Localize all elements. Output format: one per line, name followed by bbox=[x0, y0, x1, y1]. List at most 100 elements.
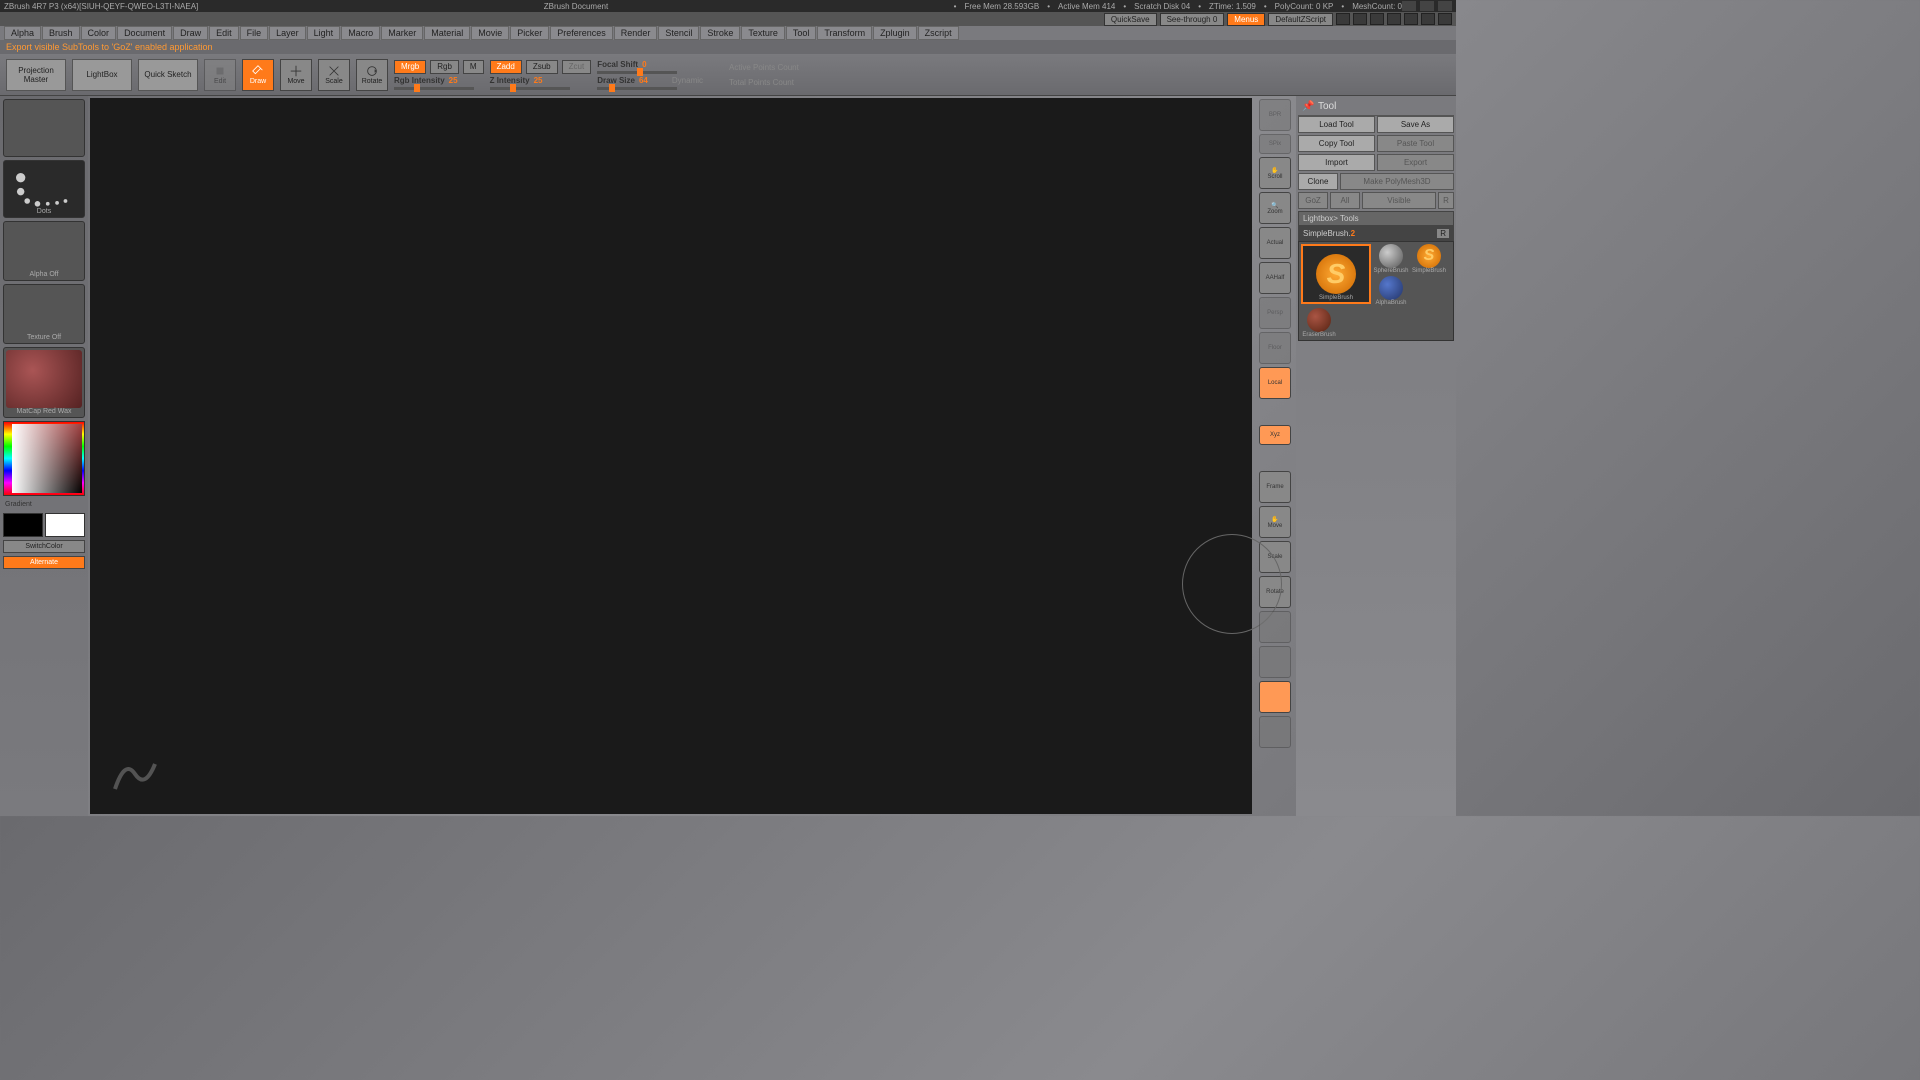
quicksave-button[interactable]: QuickSave bbox=[1104, 13, 1157, 26]
bpr-button[interactable]: BPR bbox=[1259, 99, 1291, 131]
copy-tool-button[interactable]: Copy Tool bbox=[1298, 135, 1375, 152]
polyframe-button[interactable] bbox=[1259, 611, 1291, 643]
layout-icon-1[interactable] bbox=[1336, 13, 1350, 25]
menu-zplugin[interactable]: Zplugin bbox=[873, 26, 917, 40]
ghost-button[interactable] bbox=[1259, 681, 1291, 713]
menu-draw[interactable]: Draw bbox=[173, 26, 208, 40]
maximize-button[interactable] bbox=[1420, 1, 1434, 11]
defaultscript-button[interactable]: DefaultZScript bbox=[1268, 13, 1333, 26]
menu-tool[interactable]: Tool bbox=[786, 26, 817, 40]
load-tool-button[interactable]: Load Tool bbox=[1298, 116, 1375, 133]
layout-icon-3[interactable] bbox=[1370, 13, 1384, 25]
rotate-button[interactable]: Rotate bbox=[356, 59, 388, 91]
zsub-button[interactable]: Zsub bbox=[526, 60, 558, 74]
menu-document[interactable]: Document bbox=[117, 26, 172, 40]
menu-brush[interactable]: Brush bbox=[42, 26, 80, 40]
menu-alpha[interactable]: Alpha bbox=[4, 26, 41, 40]
menu-picker[interactable]: Picker bbox=[510, 26, 549, 40]
persp-button[interactable]: Persp bbox=[1259, 297, 1291, 329]
layout-icon-4[interactable] bbox=[1387, 13, 1401, 25]
actual-button[interactable]: Actual bbox=[1259, 227, 1291, 259]
tool-thumb-alphabrush[interactable]: AlphaBrush bbox=[1373, 276, 1409, 306]
z-intensity-slider[interactable] bbox=[490, 87, 570, 90]
rgb-intensity-slider[interactable] bbox=[394, 87, 474, 90]
alpha-thumbnail[interactable]: Alpha Off bbox=[3, 221, 85, 281]
frame-button[interactable]: Frame bbox=[1259, 471, 1291, 503]
menu-edit[interactable]: Edit bbox=[209, 26, 239, 40]
stroke-thumbnail[interactable]: Dots bbox=[3, 160, 85, 218]
paste-tool-button[interactable]: Paste Tool bbox=[1377, 135, 1454, 152]
lightbox-button[interactable]: LightBox bbox=[72, 59, 132, 91]
menu-render[interactable]: Render bbox=[614, 26, 658, 40]
edit-button[interactable]: Edit bbox=[204, 59, 236, 91]
clone-button[interactable]: Clone bbox=[1298, 173, 1338, 190]
move-nav-button[interactable]: ✋Move bbox=[1259, 506, 1291, 538]
tool-thumb-eraserbrush[interactable]: EraserBrush bbox=[1301, 308, 1337, 338]
dynamic-label[interactable]: Dynamic bbox=[672, 76, 703, 85]
make-polymesh-button[interactable]: Make PolyMesh3D bbox=[1340, 173, 1454, 190]
menu-texture[interactable]: Texture bbox=[741, 26, 785, 40]
menu-file[interactable]: File bbox=[240, 26, 269, 40]
tool-thumb-simplebrush[interactable]: S SimpleBrush bbox=[1301, 244, 1371, 304]
menu-stencil[interactable]: Stencil bbox=[658, 26, 699, 40]
solo-button[interactable] bbox=[1259, 716, 1291, 748]
menus-button[interactable]: Menus bbox=[1227, 13, 1265, 26]
projection-master-button[interactable]: Projection Master bbox=[6, 59, 66, 91]
goz-r-button[interactable]: R bbox=[1438, 192, 1454, 209]
quicksketch-button[interactable]: Quick Sketch bbox=[138, 59, 198, 91]
goz-button[interactable]: GoZ bbox=[1298, 192, 1328, 209]
zadd-button[interactable]: Zadd bbox=[490, 60, 522, 74]
primary-color-swatch[interactable] bbox=[45, 513, 85, 537]
color-picker[interactable] bbox=[3, 421, 85, 496]
canvas[interactable] bbox=[90, 98, 1252, 814]
scale-button[interactable]: Scale bbox=[318, 59, 350, 91]
rgb-button[interactable]: Rgb bbox=[430, 60, 459, 74]
seethrough-label[interactable]: See-through 0 bbox=[1160, 13, 1225, 26]
layout-icon-6[interactable] bbox=[1421, 13, 1435, 25]
minimize-button[interactable] bbox=[1402, 1, 1416, 11]
draw-size-slider[interactable] bbox=[597, 87, 677, 90]
aahalf-button[interactable]: AAHalf bbox=[1259, 262, 1291, 294]
menu-zscript[interactable]: Zscript bbox=[918, 26, 959, 40]
material-thumbnail[interactable]: MatCap Red Wax bbox=[3, 347, 85, 418]
focal-shift-slider[interactable] bbox=[597, 71, 677, 74]
layout-icon-7[interactable] bbox=[1438, 13, 1452, 25]
import-button[interactable]: Import bbox=[1298, 154, 1375, 171]
texture-thumbnail[interactable]: Texture Off bbox=[3, 284, 85, 344]
tool-thumb-spherebrush[interactable]: SphereBrush bbox=[1373, 244, 1409, 274]
lightbox-tools-button[interactable]: Lightbox> Tools bbox=[1298, 211, 1454, 226]
menu-movie[interactable]: Movie bbox=[471, 26, 509, 40]
layout-icon-5[interactable] bbox=[1404, 13, 1418, 25]
mrgb-button[interactable]: Mrgb bbox=[394, 60, 426, 74]
pin-icon[interactable]: 📌 bbox=[1302, 101, 1314, 113]
local-button[interactable]: Local bbox=[1259, 367, 1291, 399]
menu-marker[interactable]: Marker bbox=[381, 26, 423, 40]
tool-r-button[interactable]: R bbox=[1437, 229, 1449, 238]
secondary-color-swatch[interactable] bbox=[3, 513, 43, 537]
zcut-button[interactable]: Zcut bbox=[562, 60, 592, 74]
transparent-button[interactable] bbox=[1259, 646, 1291, 678]
scroll-button[interactable]: ✋Scroll bbox=[1259, 157, 1291, 189]
draw-button[interactable]: Draw bbox=[242, 59, 274, 91]
m-button[interactable]: M bbox=[463, 60, 484, 74]
menu-material[interactable]: Material bbox=[424, 26, 470, 40]
menu-color[interactable]: Color bbox=[81, 26, 117, 40]
menu-stroke[interactable]: Stroke bbox=[700, 26, 740, 40]
alternate-button[interactable]: Alternate bbox=[3, 556, 85, 569]
xyz-button[interactable]: Xyz bbox=[1259, 425, 1291, 445]
spix-button[interactable]: SPix bbox=[1259, 134, 1291, 154]
goz-visible-button[interactable]: Visible bbox=[1362, 192, 1436, 209]
menu-preferences[interactable]: Preferences bbox=[550, 26, 613, 40]
zoom-button[interactable]: 🔍Zoom bbox=[1259, 192, 1291, 224]
tool-thumb-simplebrush-2[interactable]: SSimpleBrush bbox=[1411, 244, 1447, 306]
tool-panel-header[interactable]: 📌 Tool bbox=[1298, 98, 1454, 116]
goz-all-button[interactable]: All bbox=[1330, 192, 1360, 209]
menu-transform[interactable]: Transform bbox=[817, 26, 872, 40]
menu-macro[interactable]: Macro bbox=[341, 26, 380, 40]
floor-button[interactable]: Floor bbox=[1259, 332, 1291, 364]
move-button[interactable]: Move bbox=[280, 59, 312, 91]
switchcolor-button[interactable]: SwitchColor bbox=[3, 540, 85, 553]
close-button[interactable] bbox=[1438, 1, 1452, 11]
menu-light[interactable]: Light bbox=[307, 26, 341, 40]
layout-icon-2[interactable] bbox=[1353, 13, 1367, 25]
